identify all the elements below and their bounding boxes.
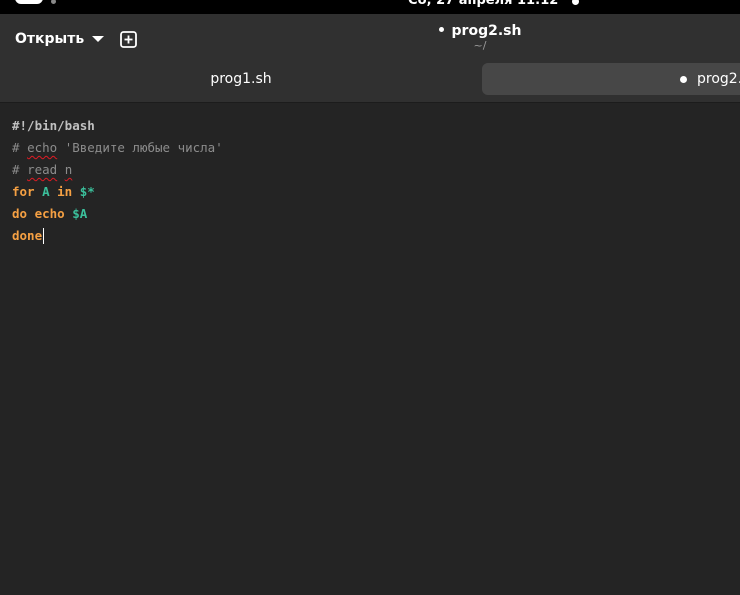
unsaved-indicator [438,26,444,32]
code-token: echo [27,140,58,155]
code-token: in [57,184,73,199]
code-token: $* [72,184,95,199]
code-token: #!/bin/bash [12,118,95,133]
window-title-text: prog2.sh [451,23,522,39]
system-top-bar: Сб, 27 апреля 11:12 [0,0,740,14]
window-subtitle: ~/ [473,39,487,52]
code-line[interactable]: # echo 'Введите любые числа' [12,137,223,159]
window-title-block: prog2.sh ~/ [380,22,580,52]
tab-label: prog2.sh [697,71,740,87]
tab-bar: prog1.sh prog2.sh [0,62,740,103]
notification-indicator [572,0,579,5]
code-token: # [12,140,28,155]
clock[interactable]: Сб, 27 апреля 11:12 [408,0,558,8]
new-tab-button[interactable] [113,24,143,54]
code-line[interactable]: done [12,225,223,247]
code-line[interactable]: #!/bin/bash [12,115,223,137]
activities-button[interactable] [15,0,43,4]
code-token: $A [64,206,88,221]
code-line[interactable]: do echo $A [12,203,223,225]
code-token: for [12,184,35,199]
tab-label: prog1.sh [210,71,272,87]
code-area[interactable]: #!/bin/bash # echo 'Введите любые числа' #… [12,115,223,247]
text-editor[interactable]: #!/bin/bash # echo 'Введите любые числа' #… [0,103,740,595]
code-line[interactable]: for A in $* [12,181,223,203]
text-cursor [43,227,45,244]
code-token: A [34,184,58,199]
code-token: read [27,162,58,177]
header-bar: Открыть prog2.sh ~/ [0,14,740,62]
caret-down-icon [92,36,105,42]
window-title: prog2.sh [380,22,580,40]
unsaved-indicator [680,75,687,83]
tab-prog2[interactable]: prog2.sh [482,63,740,95]
open-button-label: Открыть [15,31,85,47]
open-button[interactable]: Открыть [7,24,112,54]
code-line[interactable]: # read n [12,159,223,181]
code-token: n [64,162,73,177]
tab-prog1[interactable]: prog1.sh [0,63,482,95]
workspace-indicator[interactable] [51,0,56,4]
code-token: do echo [12,206,65,221]
code-token: # [12,162,28,177]
code-token: done [12,228,43,243]
code-token: 'Введите любые числа' [57,140,223,155]
tab-new-icon [119,30,137,48]
